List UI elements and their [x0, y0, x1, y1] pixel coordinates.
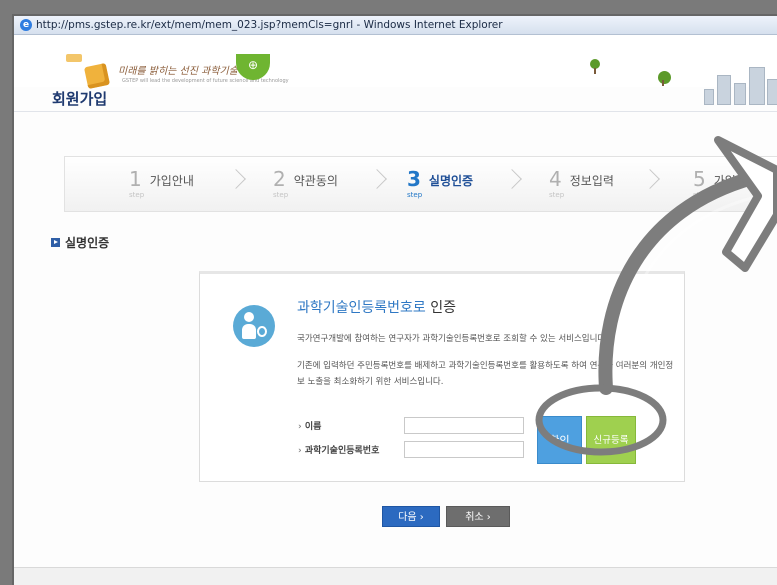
step-indicator: 1 step 가입안내 2 step 약관동의 3 step 실명인증 4 st… [64, 156, 777, 212]
register-button[interactable]: 신규등록 [586, 416, 636, 464]
bullet-arrow-icon [51, 238, 60, 247]
window-title: http://pms.gstep.re.kr/ext/mem/mem_023.j… [36, 19, 503, 31]
section-heading: 실명인증 [51, 234, 109, 251]
regno-label: 과학기술인등록번호 [298, 443, 404, 456]
section-title: 실명인증 [65, 236, 110, 250]
tree-icon [590, 59, 600, 74]
chevron-right-icon [502, 169, 522, 189]
step-2: 2 step 약관동의 [273, 167, 338, 199]
step-number: 5 [693, 167, 706, 191]
page-title: 회원가입 [52, 90, 108, 108]
logo-cube-icon[interactable] [83, 62, 111, 90]
site-header: 미래를 밝히는 선진 과학기술 GSTEP will lead the deve… [14, 35, 777, 105]
step-label: 가입완료 [713, 174, 758, 188]
step-number: 1 [129, 167, 142, 191]
step-label: 가입안내 [149, 174, 194, 188]
name-row: 이름 [298, 417, 524, 434]
confirm-button[interactable]: 확인 [537, 416, 582, 464]
researcher-icon [233, 305, 275, 347]
step-4: 4 step 정보입력 [549, 167, 614, 199]
chevron-right-icon [226, 169, 246, 189]
step-label: 실명인증 [428, 174, 474, 188]
step-3: 3 step 실명인증 [407, 167, 474, 199]
step-sub: step [693, 191, 709, 199]
chevron-right-icon [367, 169, 387, 189]
title-divider [14, 111, 777, 112]
step-number: 3 [407, 167, 421, 191]
name-input[interactable] [404, 417, 524, 434]
card-description: 국가연구개발에 참여하는 연구자가 과학기술인등록번호로 조회할 수 있는 서비… [297, 331, 677, 401]
verification-card: 과학기술인등록번호로 인증 국가연구개발에 참여하는 연구자가 과학기술인등록번… [199, 271, 685, 482]
site-slogan-en: GSTEP will lead the development of futur… [122, 78, 289, 84]
buildings-illustration [704, 59, 777, 105]
status-bar [14, 567, 777, 585]
description-2: 기존에 입력하던 주민등록번호를 배제하고 과학기술인등록번호를 활용하도록 하… [297, 361, 674, 387]
chevron-right-icon [640, 169, 660, 189]
step-sub: step [273, 191, 289, 199]
step-number: 2 [273, 167, 286, 191]
card-title: 과학기술인등록번호로 인증 [297, 297, 456, 317]
card-title-highlight: 과학기술인등록번호로 [297, 300, 426, 316]
tree-icon [658, 71, 671, 86]
browser-window: e http://pms.gstep.re.kr/ext/mem/mem_023… [12, 14, 777, 585]
title-bar: e http://pms.gstep.re.kr/ext/mem/mem_023… [14, 16, 777, 35]
step-1: 1 step 가입안내 [129, 167, 194, 199]
step-sub: step [549, 191, 565, 199]
step-sub: step [129, 191, 145, 199]
regno-row: 과학기술인등록번호 [298, 441, 524, 458]
regno-input[interactable] [404, 441, 524, 458]
site-slogan: 미래를 밝히는 선진 과학기술 [118, 66, 238, 77]
name-label: 이름 [298, 419, 404, 432]
cancel-button[interactable]: 취소 › [446, 506, 510, 527]
ie-icon: e [20, 19, 32, 31]
step-sub: step [407, 191, 423, 199]
step-number: 4 [549, 167, 562, 191]
step-label: 정보입력 [569, 174, 614, 188]
description-1: 국가연구개발에 참여하는 연구자가 과학기술인등록번호로 조회할 수 있는 서비… [297, 334, 608, 344]
card-title-suffix: 인증 [425, 300, 457, 316]
step-label: 약관동의 [293, 174, 338, 188]
next-button[interactable]: 다음 › [382, 506, 440, 527]
logo-mark-small [66, 54, 82, 62]
leaf-emblem-icon: ⊕ [236, 54, 270, 80]
step-5: 5 step 가입완료 [693, 167, 758, 199]
